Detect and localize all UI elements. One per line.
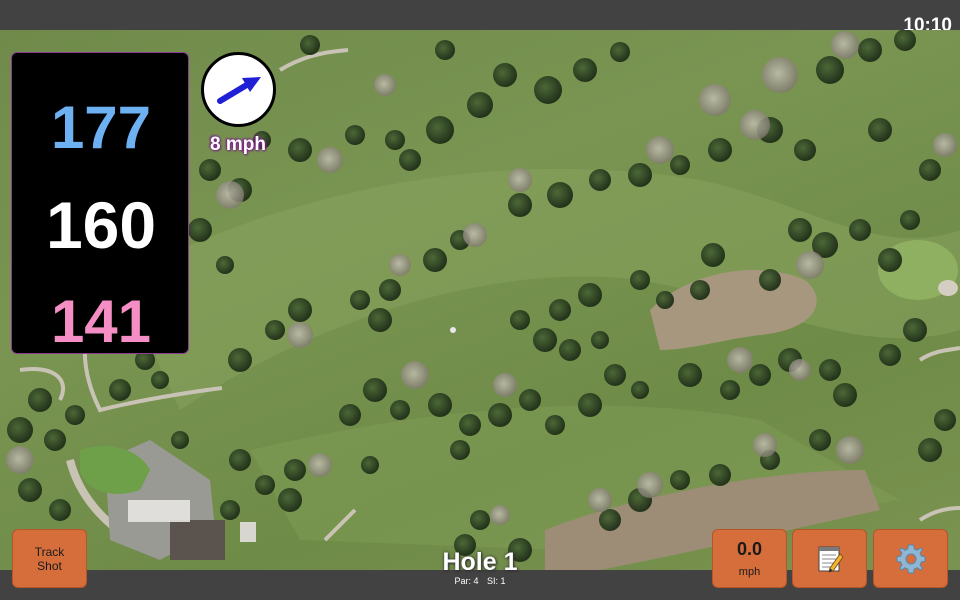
track-shot-label-line2: Shot [37, 558, 62, 573]
track-shot-label-line1: Track [34, 544, 65, 559]
speed-value: 0.0 [736, 538, 763, 559]
back-distance: 177 [50, 94, 152, 161]
gear-icon [896, 544, 925, 573]
front-distance: 141 [50, 288, 152, 355]
hole-par: Par: 4 [454, 576, 479, 586]
status-bar [0, 0, 960, 30]
speed-button[interactable]: 0.0 mph [712, 529, 787, 588]
notes-button[interactable] [792, 529, 867, 588]
notepad-icon [818, 546, 844, 573]
distance-panel: 177 160 141 [11, 52, 189, 355]
arrow-icon [217, 77, 261, 104]
wind-speed: 8 mph [210, 134, 266, 155]
hole-title: Hole 1 [442, 548, 518, 576]
wind-direction-indicator [201, 52, 276, 127]
speed-unit: mph [738, 565, 761, 578]
course-map[interactable]: 177 160 141 8 mph [0, 30, 960, 570]
hole-stroke-index: SI: 1 [487, 576, 506, 586]
track-shot-button[interactable]: Track Shot [12, 529, 87, 588]
middle-distance: 160 [45, 188, 157, 262]
settings-button[interactable] [873, 529, 948, 588]
hole-meta: Par: 4 SI: 1 [400, 576, 560, 586]
hole-info: Hole 1 Par: 4 SI: 1 [400, 548, 560, 586]
